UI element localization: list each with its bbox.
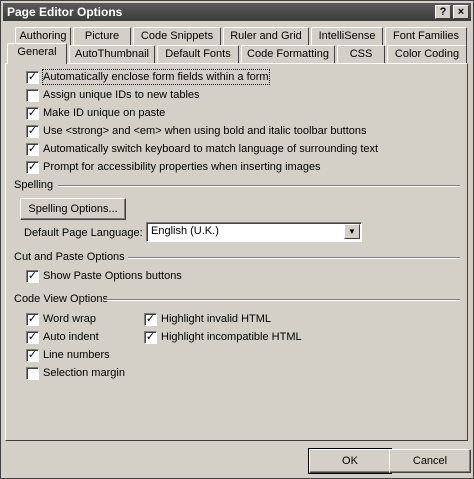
option-label: Show Paste Options buttons	[43, 270, 182, 282]
checkbox[interactable]	[26, 367, 39, 380]
tab-css[interactable]: CSS	[337, 45, 385, 64]
checkbox[interactable]: ✓	[26, 270, 39, 283]
spelling-options-button[interactable]: Spelling Options...	[20, 198, 126, 220]
tab-picture[interactable]: Picture	[73, 27, 131, 46]
checkbox[interactable]: ✓	[144, 331, 157, 344]
option-label: Prompt for accessibility properties when…	[43, 161, 321, 173]
option-switch-keyboard[interactable]: ✓ Automatically switch keyboard to match…	[26, 142, 456, 158]
option-word-wrap[interactable]: ✓ Word wrap	[26, 312, 136, 328]
default-language-select[interactable]: English (U.K.) ▼	[146, 222, 362, 242]
tab-code-formatting[interactable]: Code Formatting	[241, 45, 335, 64]
option-use-strong-em[interactable]: ✓ Use <strong> and <em> when using bold …	[26, 124, 456, 140]
option-label: Automatically switch keyboard to match l…	[43, 143, 379, 155]
dialog-title: Page Editor Options	[7, 5, 123, 19]
checkbox[interactable]: ✓	[26, 125, 39, 138]
option-show-paste-buttons[interactable]: ✓ Show Paste Options buttons	[26, 269, 276, 285]
option-auto-indent[interactable]: ✓ Auto indent	[26, 330, 136, 346]
section-label: Cut and Paste Options	[14, 251, 125, 263]
option-label: Highlight incompatible HTML	[161, 331, 302, 343]
general-tab-panel: ✓ Automatically enclose form fields with…	[5, 63, 468, 441]
checkbox[interactable]: ✓	[26, 313, 39, 326]
option-label: Use <strong> and <em> when using bold an…	[43, 125, 367, 137]
tab-color-coding[interactable]: Color Coding	[387, 45, 467, 64]
section-label: Code View Options	[14, 293, 108, 305]
checkbox[interactable]: ✓	[26, 107, 39, 120]
section-divider	[104, 299, 460, 301]
option-label: Selection margin	[43, 367, 125, 379]
chevron-down-icon[interactable]: ▼	[344, 224, 360, 239]
checkbox[interactable]: ✓	[144, 313, 157, 326]
ok-button[interactable]: OK	[308, 448, 392, 474]
option-highlight-invalid-html[interactable]: ✓ Highlight invalid HTML	[144, 312, 314, 328]
close-button[interactable]: ×	[453, 5, 469, 19]
checkbox[interactable]: ✓	[26, 161, 39, 174]
option-assign-unique-ids[interactable]: Assign unique IDs to new tables	[26, 88, 446, 104]
section-divider	[58, 185, 460, 187]
option-label: Line numbers	[43, 349, 110, 361]
option-label: Auto indent	[43, 331, 99, 343]
option-label: Word wrap	[43, 313, 96, 325]
tab-code-snippets[interactable]: Code Snippets	[133, 27, 221, 46]
default-language-label: Default Page Language:	[24, 227, 143, 239]
tab-general[interactable]: General	[7, 43, 67, 64]
selected-language: English (U.K.)	[151, 225, 219, 237]
cut-paste-section: Cut and Paste Options	[14, 250, 460, 264]
option-label: Highlight invalid HTML	[161, 313, 272, 325]
checkbox[interactable]: ✓	[26, 349, 39, 362]
option-label: Assign unique IDs to new tables	[43, 89, 200, 101]
tab-autothumbnail[interactable]: AutoThumbnail	[69, 45, 155, 64]
option-enclose-form-fields[interactable]: ✓ Automatically enclose form fields with…	[26, 69, 446, 86]
tab-ruler-and-grid[interactable]: Ruler and Grid	[223, 27, 309, 46]
option-label: Make ID unique on paste	[43, 107, 166, 119]
option-unique-id-on-paste[interactable]: ✓ Make ID unique on paste	[26, 106, 446, 122]
option-highlight-incompatible-html[interactable]: ✓ Highlight incompatible HTML	[144, 330, 344, 346]
section-divider	[128, 257, 460, 259]
tab-default-fonts[interactable]: Default Fonts	[157, 45, 239, 64]
checkbox[interactable]: ✓	[26, 71, 39, 84]
spelling-section: Spelling	[14, 178, 460, 192]
checkbox[interactable]	[26, 89, 39, 102]
title-bar[interactable]: Page Editor Options ? ×	[3, 3, 471, 21]
option-label: Automatically enclose form fields within…	[42, 69, 270, 85]
option-selection-margin[interactable]: Selection margin	[26, 366, 146, 382]
option-accessibility-prompt[interactable]: ✓ Prompt for accessibility properties wh…	[26, 160, 456, 176]
checkbox[interactable]: ✓	[26, 143, 39, 156]
checkbox[interactable]: ✓	[26, 331, 39, 344]
page-editor-options-dialog: Page Editor Options ? × Authoring Pictur…	[0, 0, 474, 479]
help-button[interactable]: ?	[435, 5, 451, 19]
option-line-numbers[interactable]: ✓ Line numbers	[26, 348, 136, 364]
tab-font-families[interactable]: Font Families	[385, 27, 467, 46]
cancel-button[interactable]: Cancel	[389, 449, 471, 473]
code-view-section: Code View Options	[14, 292, 460, 306]
tab-intellisense[interactable]: IntelliSense	[311, 27, 383, 46]
section-label: Spelling	[14, 179, 54, 191]
